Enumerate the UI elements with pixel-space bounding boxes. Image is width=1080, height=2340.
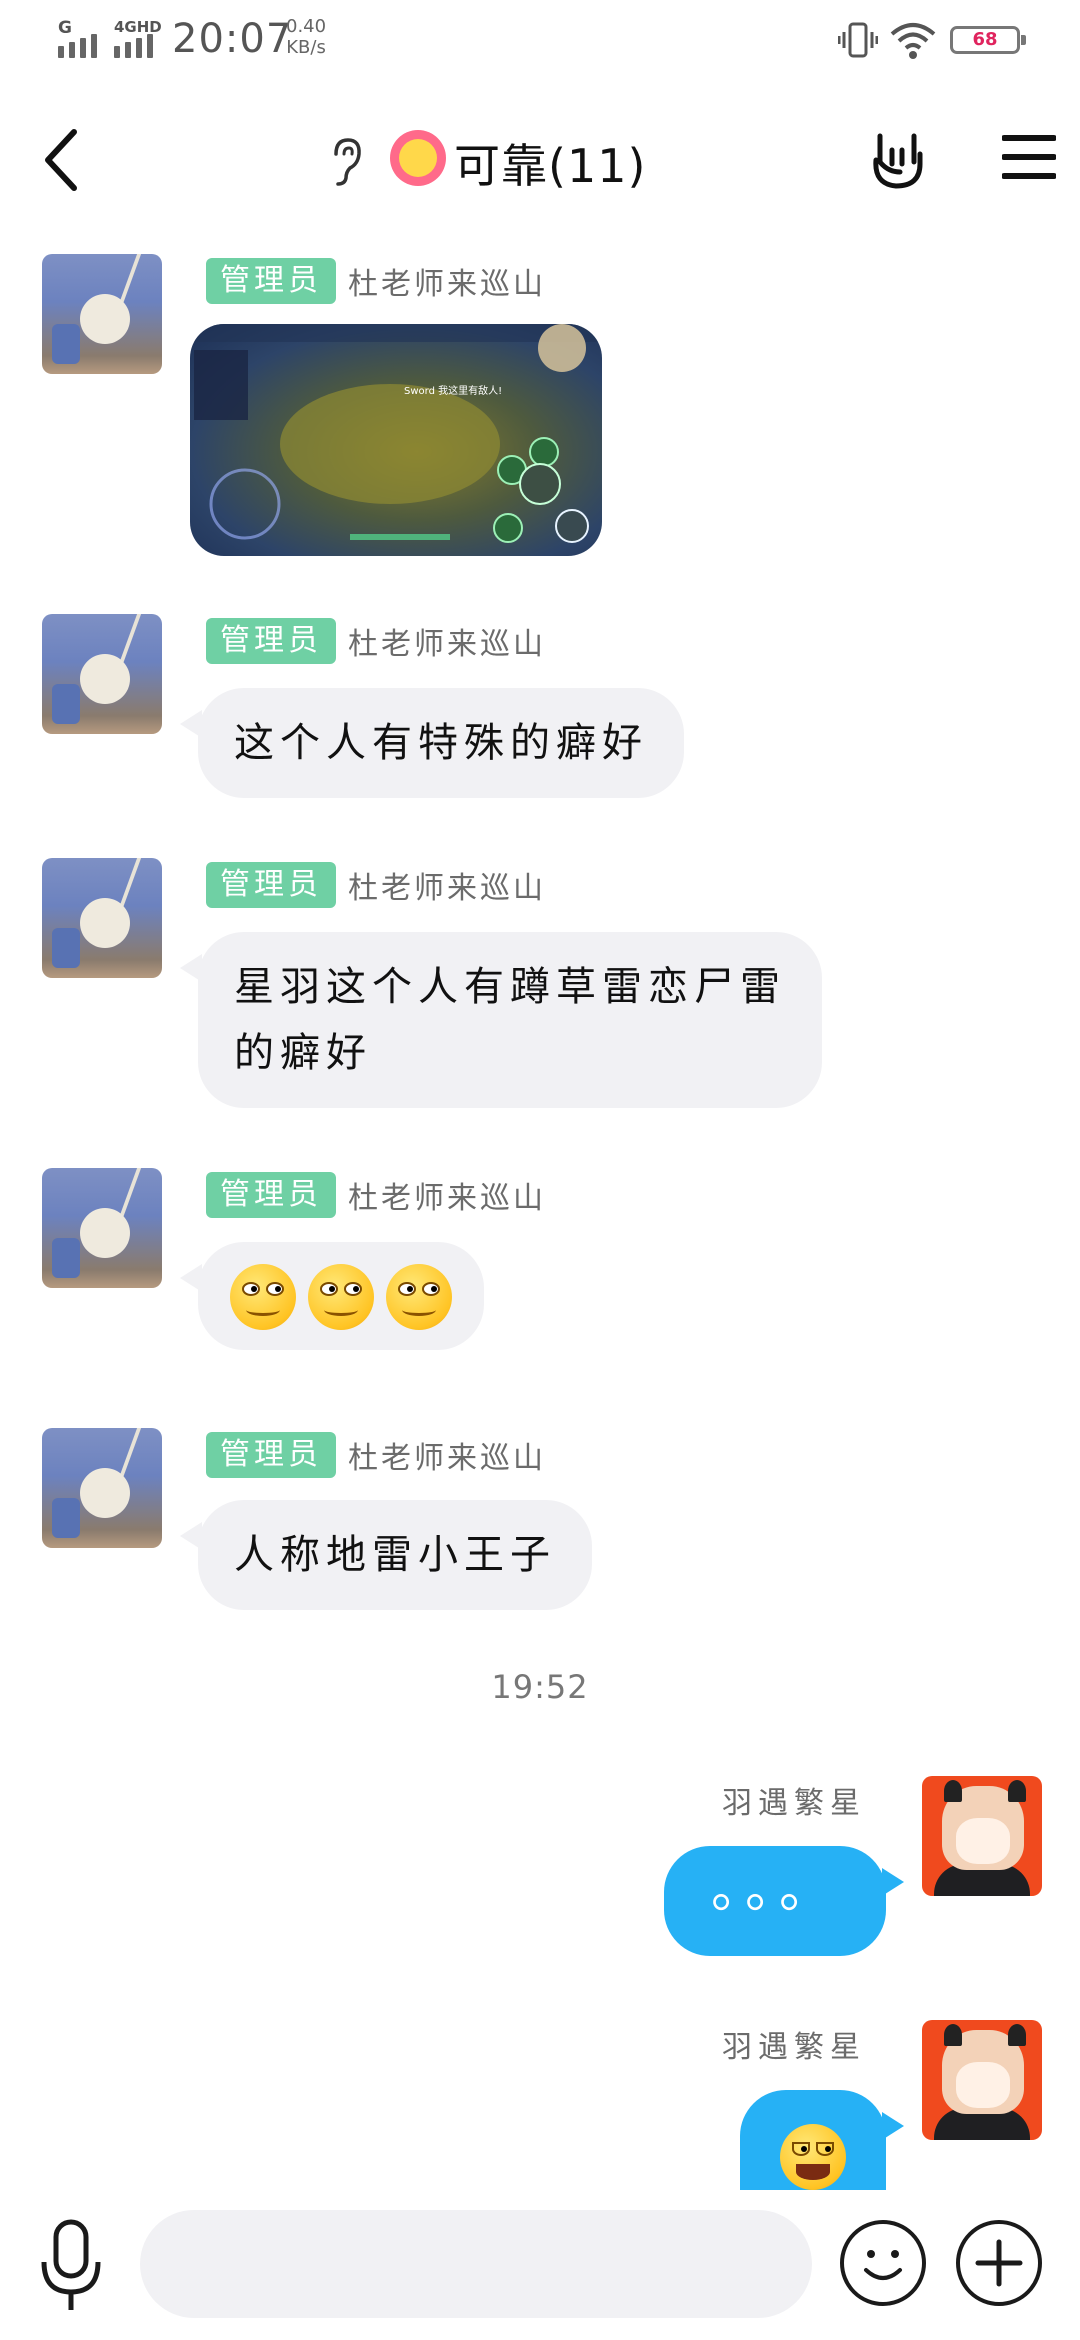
emoji-button[interactable] bbox=[840, 2220, 926, 2306]
my-message-bubble[interactable] bbox=[740, 2090, 904, 2190]
sender-avatar[interactable] bbox=[42, 614, 162, 734]
admin-badge: 管理员 bbox=[206, 862, 336, 908]
status-time: 20:07 bbox=[172, 16, 293, 62]
chat-screen: { "status_bar": { "network_label": "4GHD… bbox=[0, 0, 1080, 2340]
status-bar: G 4GHD 20:07 0.40 KB/s 68 bbox=[0, 0, 1080, 80]
time-divider: 19:52 bbox=[491, 1668, 589, 1706]
message-bubble[interactable]: 这个人有特殊的癖好 bbox=[180, 688, 684, 798]
rock-hand-icon[interactable] bbox=[868, 128, 928, 192]
sender-name: 杜老师来巡山 bbox=[348, 1181, 546, 1216]
chat-title: 可靠(11) bbox=[454, 139, 647, 193]
more-plus-button[interactable] bbox=[956, 2220, 1042, 2306]
group-face-icon bbox=[390, 130, 446, 186]
microphone-icon[interactable] bbox=[38, 2218, 104, 2314]
message-text-line: 星羽这个人有蹲草雷恋尸雷 bbox=[234, 964, 786, 1010]
message-meta: 管理员 杜老师来巡山 bbox=[206, 1432, 546, 1478]
chat-header: 可靠(11) bbox=[0, 100, 1080, 220]
message-bubble[interactable]: 人称地雷小王子 bbox=[180, 1500, 592, 1610]
my-name: 羽遇繁星 bbox=[722, 2030, 866, 2065]
message-meta: 管理员 杜老师来巡山 bbox=[206, 618, 546, 664]
sender-avatar[interactable] bbox=[42, 254, 162, 374]
sender-avatar[interactable] bbox=[42, 1168, 162, 1288]
vibrate-icon bbox=[838, 22, 878, 58]
wifi-icon bbox=[890, 23, 936, 59]
tears-of-joy-emoji-icon bbox=[780, 2124, 846, 2190]
input-bar bbox=[0, 2190, 1080, 2340]
message-meta: 管理员 杜老师来巡山 bbox=[206, 258, 546, 304]
message-text: 这个人有特殊的癖好 bbox=[234, 720, 648, 766]
battery-icon: 68 bbox=[950, 26, 1026, 54]
signal-sim1-icon: G bbox=[58, 18, 97, 58]
sender-name: 杜老师来巡山 bbox=[348, 627, 546, 662]
plus-icon bbox=[975, 2239, 1023, 2287]
admin-badge: 管理员 bbox=[206, 258, 336, 304]
game-scene bbox=[190, 324, 602, 543]
earpiece-icon[interactable] bbox=[326, 136, 366, 188]
message-text: 。。。 bbox=[710, 1860, 839, 1920]
message-text: 人称地雷小王子 bbox=[234, 1532, 556, 1578]
back-icon[interactable] bbox=[42, 128, 82, 192]
my-message-bubble[interactable]: 。。。 bbox=[664, 1846, 904, 1956]
sender-name: 杜老师来巡山 bbox=[348, 267, 546, 302]
smirk-emoji-icon bbox=[230, 1264, 296, 1330]
network-speed: 0.40 KB/s bbox=[286, 16, 327, 58]
my-name: 羽遇繁星 bbox=[722, 1786, 866, 1821]
message-input[interactable] bbox=[140, 2210, 812, 2318]
smirk-emoji-icon bbox=[386, 1264, 452, 1330]
message-meta: 管理员 杜老师来巡山 bbox=[206, 862, 546, 908]
sender-name: 杜老师来巡山 bbox=[348, 1441, 546, 1476]
message-meta: 管理员 杜老师来巡山 bbox=[206, 1172, 546, 1218]
message-text-line: 的癖好 bbox=[234, 1030, 372, 1076]
sender-avatar[interactable] bbox=[42, 1428, 162, 1548]
my-avatar[interactable] bbox=[922, 2020, 1042, 2140]
admin-badge: 管理员 bbox=[206, 1432, 336, 1478]
game-screenshot-image[interactable]: Sword 我这里有敌人! bbox=[190, 324, 602, 556]
message-bubble[interactable] bbox=[180, 1242, 484, 1350]
game-caption: Sword 我这里有敌人! bbox=[404, 386, 503, 397]
admin-badge: 管理员 bbox=[206, 618, 336, 664]
message-bubble[interactable]: 星羽这个人有蹲草雷恋尸雷 的癖好 bbox=[180, 932, 822, 1108]
menu-icon[interactable] bbox=[1002, 134, 1056, 180]
sender-avatar[interactable] bbox=[42, 858, 162, 978]
my-avatar[interactable] bbox=[922, 1776, 1042, 1896]
smiley-icon bbox=[864, 2250, 902, 2280]
smirk-emoji-icon bbox=[308, 1264, 374, 1330]
signal-sim2-icon: 4GHD bbox=[114, 18, 162, 58]
admin-badge: 管理员 bbox=[206, 1172, 336, 1218]
sender-name: 杜老师来巡山 bbox=[348, 871, 546, 906]
